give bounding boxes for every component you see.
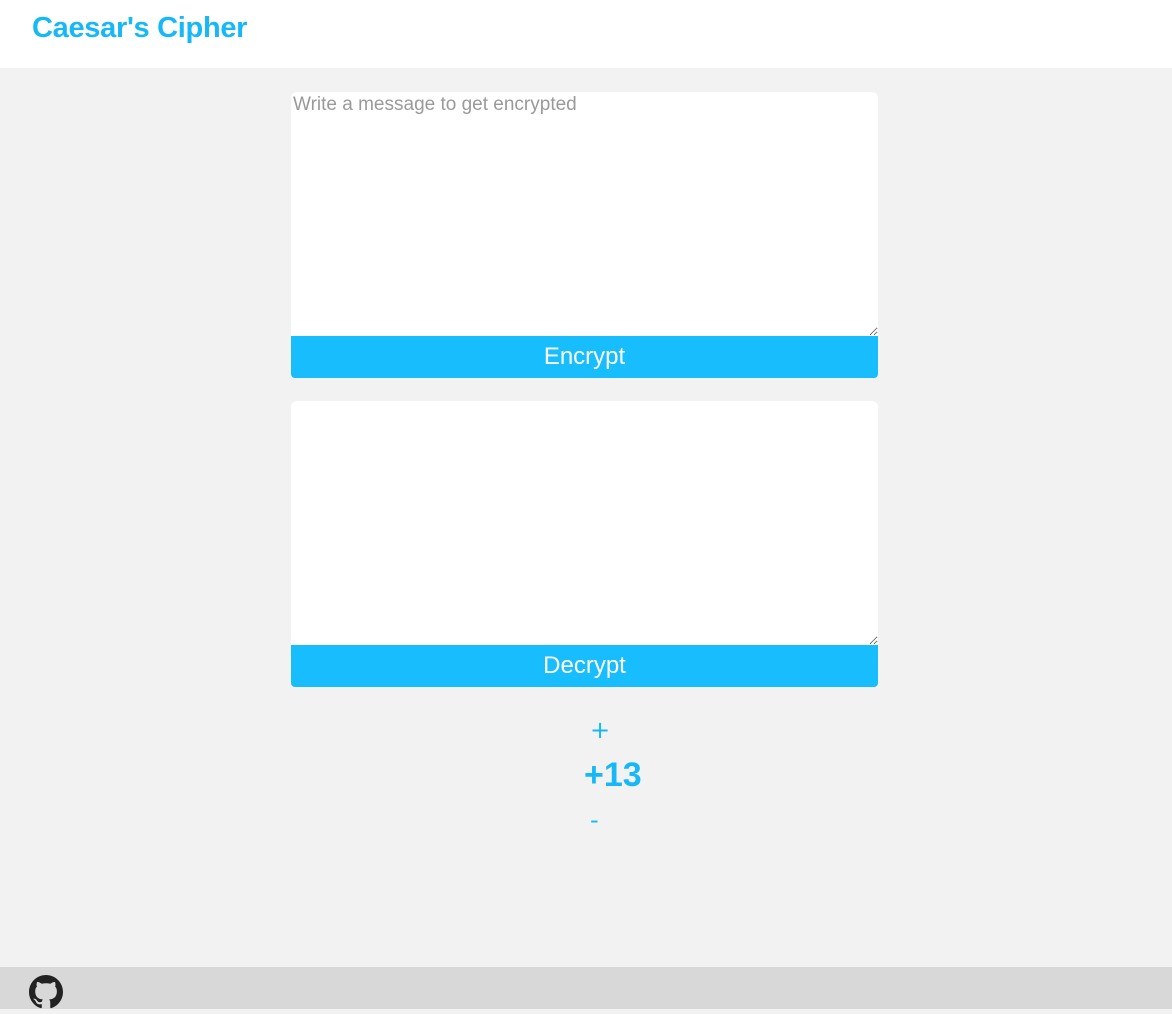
shift-control: + +13 - [560, 712, 660, 852]
decrypt-panel: Decrypt [291, 401, 878, 687]
encrypt-panel: Encrypt [291, 92, 878, 378]
encrypt-input[interactable] [291, 92, 878, 336]
shift-decrement-button[interactable]: - [590, 808, 599, 832]
github-icon [29, 975, 63, 1009]
encrypt-button[interactable]: Encrypt [291, 336, 878, 378]
shift-value: +13 [584, 756, 642, 794]
github-link[interactable] [29, 975, 63, 1009]
footer [0, 967, 1172, 1009]
decrypt-button[interactable]: Decrypt [291, 645, 878, 687]
shift-increment-button[interactable]: + [590, 718, 610, 742]
app-header: Caesar's Cipher [0, 0, 1172, 68]
decrypt-input[interactable] [291, 401, 878, 645]
app-title: Caesar's Cipher [32, 12, 248, 44]
